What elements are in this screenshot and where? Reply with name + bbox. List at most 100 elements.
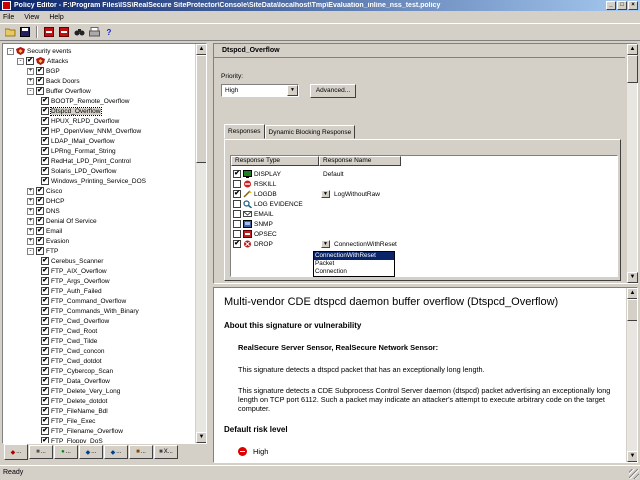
checkbox[interactable]: ✔ — [36, 207, 44, 215]
checkbox[interactable]: ✔ — [36, 87, 44, 95]
tree-signature[interactable]: ✔ FTP_File_Exec — [41, 416, 95, 426]
response-checkbox[interactable]: ✔ — [233, 240, 241, 248]
checkbox[interactable]: ✔ — [41, 357, 49, 365]
save-icon[interactable] — [19, 26, 31, 38]
tree-signature[interactable]: ✔ FTP_Delete_dotdot — [41, 396, 107, 406]
checkbox[interactable]: ✔ — [41, 277, 49, 285]
scroll-thumb[interactable] — [196, 55, 206, 163]
red-stop-icon[interactable] — [43, 26, 55, 38]
scroll-down-button[interactable]: ▼ — [627, 451, 637, 462]
checkbox[interactable]: ✔ — [36, 247, 44, 255]
expand-icon[interactable]: + — [27, 67, 34, 75]
checkbox[interactable]: ✔ — [41, 267, 49, 275]
tree-category[interactable]: + ✔ DNS — [27, 206, 60, 216]
checkbox[interactable]: ✔ — [41, 297, 49, 305]
response-checkbox[interactable] — [233, 200, 241, 208]
tree-signature[interactable]: ✔ RedHat_LPD_Print_Control — [41, 156, 131, 166]
checkbox[interactable]: ✔ — [41, 157, 49, 165]
checkbox[interactable]: ✔ — [41, 107, 49, 115]
tree-signature[interactable]: ✔ FTP_Cwd_dotdot — [41, 356, 102, 366]
tree-signature[interactable]: ✔ FTP_Filename_Overflow — [41, 426, 123, 436]
red-stop-icon[interactable] — [58, 26, 70, 38]
tree-category[interactable]: + ✔ Email — [27, 226, 62, 236]
checkbox[interactable]: ✔ — [41, 137, 49, 145]
dropdown-option[interactable]: Packet — [314, 260, 394, 268]
checkbox[interactable]: ✔ — [36, 77, 44, 85]
tree-category[interactable]: + ✔ Evasion — [27, 236, 69, 246]
tree-category[interactable]: + ✔ DHCP — [27, 196, 64, 206]
tree-signature[interactable]: ✔ FTP_Delete_Very_Long — [41, 386, 120, 396]
print-icon[interactable] — [88, 26, 100, 38]
response-row-display[interactable]: ✔ DISPLAY Default — [233, 169, 617, 179]
checkbox[interactable]: ✔ — [36, 197, 44, 205]
chevron-down-icon[interactable]: ▼ — [287, 85, 298, 96]
tree-signature[interactable]: ✔ FTP_Cybercop_Scan — [41, 366, 113, 376]
response-row-snmp[interactable]: SNMP — [233, 219, 617, 229]
tree-category[interactable]: + ✔ Cisco — [27, 186, 62, 196]
tree-signature[interactable]: ✔ FTP_Command_Overflow — [41, 296, 126, 306]
response-checkbox[interactable] — [233, 230, 241, 238]
checkbox[interactable]: ✔ — [36, 227, 44, 235]
column-response-type[interactable]: Response Type — [231, 156, 319, 166]
priority-select[interactable]: High ▼ — [221, 84, 299, 97]
checkbox[interactable]: ✔ — [41, 427, 49, 435]
tree-signature[interactable]: ✔ FTP_Args_Overflow — [41, 276, 110, 286]
tab-7[interactable]: ■ X... — [154, 445, 178, 459]
tree-signature[interactable]: ✔ FTP_Cwd_Tilde — [41, 336, 97, 346]
open-icon[interactable] — [4, 26, 16, 38]
tree-signature[interactable]: ✔ FTP_Floppy_DoS — [41, 436, 103, 443]
response-name-cell[interactable]: ▼ ConnectionWithReset — [321, 240, 397, 248]
checkbox[interactable]: ✔ — [41, 117, 49, 125]
checkbox[interactable]: ✔ — [41, 397, 49, 405]
tree-signature[interactable]: ✔ LPRng_Format_String — [41, 146, 116, 156]
tree-signature[interactable]: ✔ Cerebus_Scanner — [41, 256, 103, 266]
response-row-drop[interactable]: ✔ DROP ▼ ConnectionWithReset — [233, 239, 617, 249]
checkbox[interactable]: ✔ — [36, 187, 44, 195]
scroll-up-button[interactable]: ▲ — [627, 288, 637, 299]
binoculars-icon[interactable] — [73, 26, 85, 38]
tree-category[interactable]: + ✔ Back Doors — [27, 76, 80, 86]
expand-icon[interactable]: + — [27, 217, 34, 225]
response-row-rskill[interactable]: RSKILL — [233, 179, 617, 189]
checkbox[interactable]: ✔ — [41, 167, 49, 175]
tree-signature[interactable]: ✔ FTP_Cwd_Overflow — [41, 316, 109, 326]
scroll-up-button[interactable]: ▲ — [196, 44, 206, 55]
response-name-dropdown[interactable]: ConnectionWithReset Packet Connection — [313, 251, 395, 277]
checkbox[interactable]: ✔ — [41, 407, 49, 415]
tree-signature[interactable]: ✔ Dtspcd_Overflow — [41, 106, 102, 116]
checkbox[interactable]: ✔ — [41, 417, 49, 425]
response-name-cell[interactable]: ▼ LogWithoutRaw — [321, 190, 380, 198]
response-row-email[interactable]: EMAIL — [233, 209, 617, 219]
tree-signature[interactable]: ✔ FTP_Commands_With_Binary — [41, 306, 139, 316]
tree-signature[interactable]: ✔ FTP_AIX_Overflow — [41, 266, 107, 276]
checkbox[interactable]: ✔ — [41, 377, 49, 385]
tab-2[interactable]: ■... — [29, 445, 53, 459]
checkbox[interactable]: ✔ — [41, 317, 49, 325]
tree-root-security-events[interactable]: - Security events — [7, 46, 71, 56]
tree-signature[interactable]: ✔ FTP_Data_Overflow — [41, 376, 110, 386]
tab-dynamic-blocking-response[interactable]: Dynamic Blocking Response — [264, 125, 356, 139]
checkbox[interactable]: ✔ — [36, 67, 44, 75]
expand-icon[interactable]: + — [27, 237, 34, 245]
tree-signature[interactable]: ✔ Windows_Printing_Service_DOS — [41, 176, 146, 186]
collapse-icon[interactable]: - — [27, 87, 34, 95]
tree-signature[interactable]: ✔ FTP_FileName_Bdl — [41, 406, 108, 416]
tab-6[interactable]: ■... — [129, 445, 153, 459]
checkbox[interactable]: ✔ — [41, 177, 49, 185]
menu-view[interactable]: View — [24, 14, 39, 21]
expand-icon[interactable]: + — [27, 187, 34, 195]
collapse-icon[interactable]: - — [27, 247, 34, 255]
resize-grip[interactable] — [629, 469, 639, 479]
checkbox[interactable]: ✔ — [36, 237, 44, 245]
response-checkbox[interactable]: ✔ — [233, 190, 241, 198]
tab-security-events[interactable]: ◆... — [4, 444, 28, 460]
checkbox[interactable]: ✔ — [41, 367, 49, 375]
scroll-thumb[interactable] — [627, 55, 638, 83]
checkbox[interactable]: ✔ — [41, 97, 49, 105]
tab-5[interactable]: ◆... — [104, 445, 128, 459]
minimize-button[interactable]: _ — [606, 1, 616, 10]
dropdown-option[interactable]: ConnectionWithReset — [314, 252, 394, 260]
menu-file[interactable]: File — [3, 14, 14, 21]
tree-category[interactable]: - ✔ Buffer Overflow — [27, 86, 91, 96]
tree-signature[interactable]: ✔ Solaris_LPD_Overflow — [41, 166, 116, 176]
